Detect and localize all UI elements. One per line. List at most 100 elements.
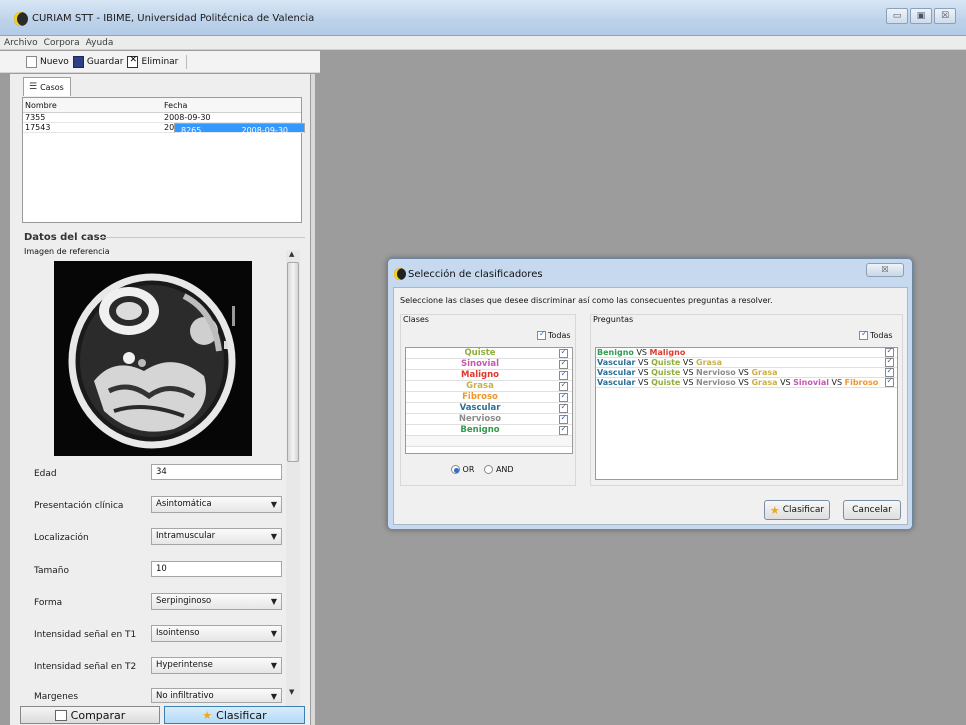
- section-title: Datos del caso: [24, 232, 107, 243]
- forma-select[interactable]: Serpinginoso ▼: [151, 593, 282, 610]
- scroll-up-icon[interactable]: ▲: [289, 250, 294, 258]
- label-forma: Forma: [34, 598, 63, 608]
- class-row[interactable]: Maligno: [406, 369, 572, 381]
- dialog-cancel-button[interactable]: Cancelar: [843, 500, 901, 520]
- save-button[interactable]: Guardar: [72, 55, 123, 68]
- new-button[interactable]: Nuevo: [26, 55, 69, 68]
- delete-button[interactable]: Eliminar: [127, 55, 178, 68]
- edad-field[interactable]: 34: [151, 464, 282, 480]
- class-checkbox[interactable]: [554, 347, 572, 358]
- table-row[interactable]: 7355 2008-09-30: [23, 113, 301, 123]
- scroll-down-icon[interactable]: ▼: [289, 688, 294, 696]
- class-checkbox[interactable]: [554, 402, 572, 413]
- class-checkbox[interactable]: [554, 380, 572, 391]
- class-row[interactable]: Vascular: [406, 402, 572, 414]
- question-class: Vascular: [597, 368, 636, 377]
- new-button-label: Nuevo: [40, 56, 69, 67]
- classify-button[interactable]: ★ Clasificar: [164, 706, 305, 724]
- presentacion-clinica-select[interactable]: Asintomática ▼: [151, 496, 282, 513]
- question-class: Grasa: [751, 368, 778, 377]
- classes-label: Clases: [403, 315, 429, 324]
- class-name: Vascular: [459, 403, 501, 413]
- question-class: Grasa: [751, 378, 778, 387]
- minimize-button[interactable]: ▭: [886, 8, 908, 24]
- menu-archivo[interactable]: Archivo: [4, 36, 38, 49]
- radio-or[interactable]: OR: [451, 465, 474, 474]
- questions-label: Preguntas: [593, 315, 634, 324]
- chevron-down-icon: ▼: [270, 500, 277, 509]
- close-button[interactable]: ☒: [934, 8, 956, 24]
- checkbox-checked-icon: [859, 329, 868, 340]
- margenes-select[interactable]: No infiltrativo ▼: [151, 688, 282, 703]
- class-checkbox[interactable]: [554, 391, 572, 402]
- compare-button[interactable]: Comparar: [20, 706, 160, 724]
- cell-nombre: 17543: [25, 123, 51, 132]
- radio-and-label: AND: [495, 465, 514, 474]
- question-text: Vascular VS Quiste VS Nervioso VS Grasa …: [596, 378, 881, 387]
- question-row[interactable]: Benigno VS Maligno: [596, 346, 897, 358]
- tab-casos[interactable]: ☰ Casos: [23, 77, 71, 96]
- table-header: Nombre Fecha: [23, 98, 301, 113]
- menu-ayuda[interactable]: Ayuda: [86, 36, 114, 49]
- intensidad-t1-select[interactable]: Isointenso ▼: [151, 625, 282, 642]
- checkbox-checked-icon: [558, 402, 568, 413]
- select-all-label: Todas: [870, 331, 893, 340]
- label-localizacion: Localización: [34, 533, 89, 543]
- class-name: Grasa: [466, 381, 494, 391]
- tamano-field[interactable]: 10: [151, 561, 282, 577]
- class-name: Sinovial: [460, 359, 500, 369]
- vs-separator: VS: [738, 378, 749, 387]
- dialog-classify-button[interactable]: ★ Clasificar: [764, 500, 830, 520]
- class-row[interactable]: Grasa: [406, 380, 572, 392]
- question-text: Vascular VS Quiste VS Nervioso VS Grasa: [596, 368, 881, 377]
- questions-group: Preguntas Todas Benigno VS MalignoVascul…: [590, 314, 903, 486]
- class-row[interactable]: Nervioso: [406, 413, 572, 425]
- vs-separator: VS: [636, 348, 647, 357]
- class-row[interactable]: Fibroso: [406, 391, 572, 403]
- dialog-instructions: Seleccione las clases que desee discrimi…: [400, 296, 773, 305]
- question-row[interactable]: Vascular VS Quiste VS Grasa: [596, 356, 897, 368]
- class-checkbox[interactable]: [554, 424, 572, 435]
- select-value: Hyperintense: [156, 660, 213, 670]
- select-all-questions-checkbox[interactable]: Todas: [859, 329, 893, 340]
- localizacion-select[interactable]: Intramuscular ▼: [151, 528, 282, 545]
- column-header-nombre[interactable]: Nombre: [23, 98, 162, 112]
- menu-corpora[interactable]: Corpora: [44, 36, 80, 49]
- intensidad-t2-select[interactable]: Hyperintense ▼: [151, 657, 282, 674]
- vs-separator: VS: [831, 378, 843, 387]
- class-checkbox[interactable]: [554, 358, 572, 369]
- question-class: Nervioso: [696, 378, 736, 387]
- class-row[interactable]: Quiste: [406, 347, 572, 359]
- question-row[interactable]: Vascular VS Quiste VS Nervioso VS Grasa: [596, 366, 897, 378]
- class-checkbox[interactable]: [554, 413, 572, 424]
- question-class: Grasa: [696, 358, 723, 367]
- section-divider: [100, 237, 305, 238]
- chevron-down-icon: ▼: [270, 629, 277, 638]
- select-all-classes-checkbox[interactable]: Todas: [537, 329, 571, 340]
- dialog-close-button[interactable]: ☒: [866, 263, 904, 277]
- window-title-bar: CURIAM STT - IBIME, Universidad Politécn…: [0, 0, 966, 36]
- label-margenes: Margenes: [34, 692, 79, 702]
- class-row[interactable]: Sinovial: [406, 358, 572, 370]
- dialog-cancel-label: Cancelar: [852, 505, 892, 515]
- question-row[interactable]: Vascular VS Quiste VS Nervioso VS Grasa …: [596, 376, 897, 388]
- image-label: Imagen de referencia: [24, 247, 110, 256]
- class-row[interactable]: Benigno: [406, 424, 572, 436]
- maximize-button[interactable]: ▣: [910, 8, 932, 24]
- chevron-down-icon: ▼: [270, 532, 277, 541]
- class-checkbox[interactable]: [554, 369, 572, 380]
- question-class: Benigno: [597, 348, 634, 357]
- select-all-label: Todas: [548, 331, 571, 340]
- checkbox-checked-icon: [558, 347, 568, 358]
- question-checkbox[interactable]: [881, 376, 897, 387]
- vs-separator: VS: [682, 378, 694, 387]
- cell-fecha: 2008-09-30: [164, 113, 211, 122]
- radio-and[interactable]: AND: [484, 465, 514, 474]
- table-row-selected[interactable]: 8265 2008-09-30: [174, 123, 305, 135]
- column-header-fecha[interactable]: Fecha: [162, 98, 301, 112]
- list-icon: ☰: [29, 82, 38, 92]
- scroll-thumb[interactable]: [287, 262, 299, 462]
- question-text: Benigno VS Maligno: [596, 348, 881, 357]
- form-scrollbar[interactable]: ▲ ▼: [286, 250, 300, 706]
- window-title: CURIAM STT - IBIME, Universidad Politécn…: [32, 13, 315, 24]
